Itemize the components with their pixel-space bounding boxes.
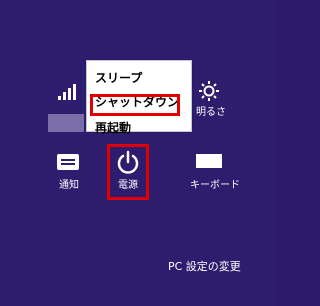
menu-item-sleep[interactable]: スリープ [95, 71, 142, 85]
keyboard-icon[interactable] [196, 154, 222, 168]
brightness-label: 明るさ [196, 107, 226, 118]
change-pc-settings-link[interactable]: PC 設定の変更 [168, 258, 241, 274]
power-highlight-box [107, 144, 149, 200]
shutdown-highlight-box [90, 94, 180, 116]
keyboard-keys-pattern [199, 157, 219, 165]
notifications-label: 通知 [59, 180, 79, 191]
keyboard-label: キーボード [190, 180, 240, 191]
brightness-icon[interactable] [198, 80, 220, 102]
settings-charm-panel: 明るさ 通知 電源 キーボード PC 設定の変更 スリープ シャットダウン 再起… [0, 0, 277, 306]
blurred-network-label [48, 114, 84, 132]
menu-item-restart[interactable]: 再起動 [95, 121, 131, 135]
network-signal-icon[interactable] [56, 84, 76, 100]
notifications-icon[interactable] [57, 154, 79, 170]
